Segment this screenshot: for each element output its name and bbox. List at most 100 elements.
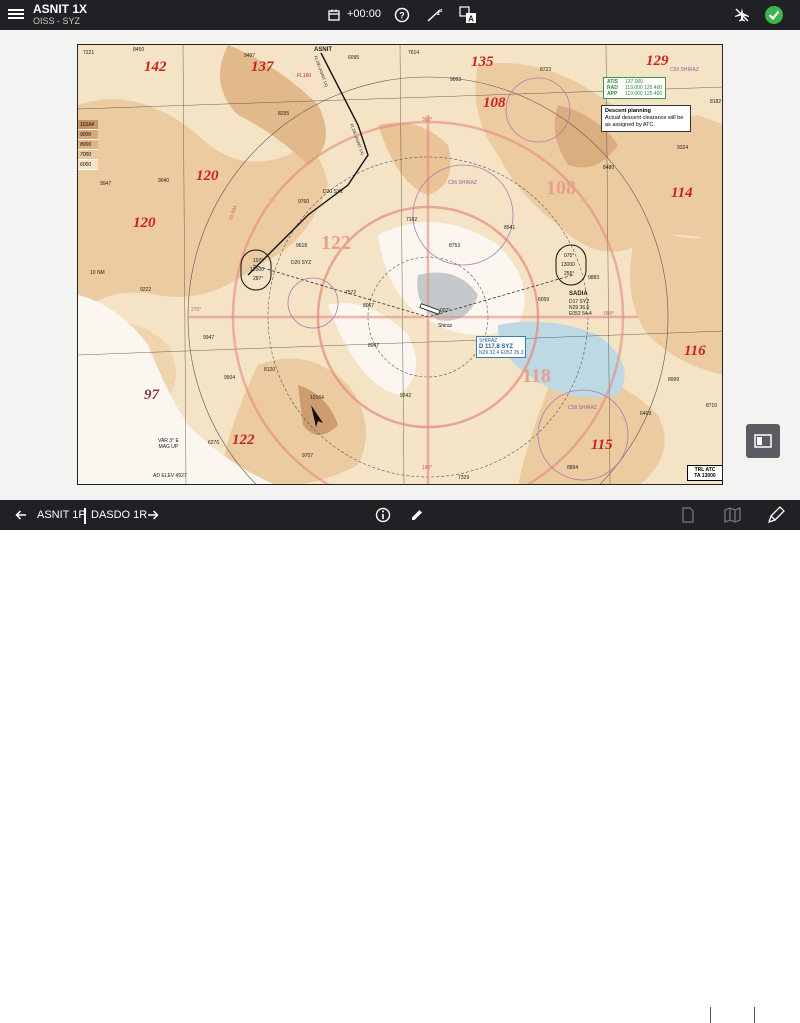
translate-icon[interactable]: A [459, 6, 477, 24]
spot-elevation: 9618 [296, 243, 308, 249]
procedure-title: ASNIT 1X [33, 2, 88, 16]
spot-elevation: 8450 [133, 47, 145, 53]
radial-007: 007° [440, 308, 451, 314]
radial-360: 360° [422, 117, 433, 123]
pencil-icon[interactable] [409, 507, 425, 523]
spot-elevation: 9222 [140, 287, 152, 293]
next-procedure-button[interactable]: DASDO 1R [91, 509, 147, 521]
spot-elevation: 9883 [588, 275, 600, 281]
spot-elevation: 8480 [603, 165, 615, 171]
document-icon[interactable] [681, 507, 695, 523]
arrow-left-icon[interactable] [15, 509, 27, 521]
spot-elevation: 6095 [348, 55, 360, 61]
aerodrome-elevation: AD ELEV 4927 [153, 473, 187, 479]
panel-icon [754, 434, 772, 448]
spot-elevation: 9947 [100, 181, 112, 187]
radial-180: 180° [422, 465, 433, 471]
airport-label[interactable]: Shiraz [438, 323, 452, 329]
spot-elevation: 9504 [224, 375, 236, 381]
restricted-area-label: C58 SHIRAZ [568, 405, 597, 411]
bottom-toolbar: ASNIT 1P DASDO 1R [0, 500, 800, 1023]
svg-text:?: ? [399, 11, 405, 21]
spot-elevation: 8047 [368, 343, 380, 349]
help-icon[interactable]: ? [394, 7, 410, 23]
radial-090: 090° [604, 311, 615, 317]
procedure-divider [84, 508, 86, 524]
menu-icon[interactable] [8, 7, 24, 23]
mora-label: 122 [232, 432, 255, 448]
waypoint-d20-syz-left[interactable]: D20 SYZ [291, 260, 311, 266]
hold-left-alt: 12500 [250, 267, 264, 273]
status-ok-icon[interactable] [765, 6, 783, 24]
calendar-icon[interactable] [328, 9, 340, 21]
spot-elevation: 9242 [400, 393, 412, 399]
spot-elevation: 9324 [677, 145, 689, 151]
spot-elevation: 6276 [208, 440, 220, 446]
night-mode-icon[interactable]: z z [426, 7, 444, 23]
spot-elevation: 9707 [302, 453, 314, 459]
hold-right-inbound: 075° [564, 253, 575, 259]
prev-procedure-button[interactable]: ASNIT 1P [37, 509, 86, 521]
hold-right-alt: 13000 [561, 262, 575, 268]
hold-right-outbound: 255° [564, 271, 575, 277]
airplane-off-icon[interactable] [734, 7, 750, 23]
spot-elevation: 8753 [449, 243, 461, 249]
top-toolbar: ASNIT 1X OISS - SYZ +00:00 ? z z A [0, 0, 800, 30]
restricted-area-label: C59 SHIRAZ [670, 67, 699, 73]
mora-label: 115 [591, 437, 613, 453]
toolbar-divider [710, 1007, 711, 1023]
altitude-legend: 10164 9000 8000 7000 6000 [78, 120, 98, 170]
magnetic-variation: VAR 3° E MAG UP [158, 438, 179, 450]
svg-text:z: z [440, 8, 443, 14]
hold-left-outbound: 287° [253, 276, 264, 282]
fl160-label: FL160 [297, 73, 312, 79]
hold-left-inbound: 107° [253, 258, 264, 264]
frequency-box: ATIS 127.000 RAD 119.000 125.400 APP 119.00… [603, 77, 667, 99]
spot-elevation: 9947 [203, 335, 215, 341]
waypoint-d20-syz[interactable]: D20 SYZ [323, 189, 343, 195]
info-icon[interactable] [375, 507, 391, 523]
spot-elevation: 8120 [264, 367, 276, 373]
transition-level-box: TRL ATC TA 13000 [687, 465, 722, 481]
descent-planning-box: Descent planning Actual descent clearanc… [601, 105, 691, 132]
spot-elevation: 7221 [83, 50, 95, 56]
svg-text:A: A [468, 15, 474, 24]
mora-label: 114 [671, 185, 693, 201]
spot-elevation: 10164 [310, 395, 324, 401]
spot-elevation: 8999 [668, 377, 680, 383]
mora-label: 120 [196, 168, 219, 184]
restricted-area-label: C56 SHIRAZ [448, 180, 477, 186]
radial-270: 270° [191, 307, 202, 313]
spot-elevation: 9063 [450, 77, 462, 83]
spot-elevation: 8182 [710, 99, 722, 105]
mora-label: 135 [471, 54, 494, 70]
annotate-pen-icon[interactable] [767, 506, 785, 524]
spot-elevation: 8255 [278, 111, 290, 117]
waypoint-asnit[interactable]: ASNIT [314, 47, 332, 53]
mora-label: 129 [646, 53, 669, 69]
spot-elevation: 8067 [363, 303, 375, 309]
approach-chart[interactable]: ATIS 127.000 RAD 119.000 125.400 APP 119.00… [77, 44, 723, 485]
chart-info-toggle-button[interactable] [746, 424, 780, 458]
toolbar-divider [754, 1007, 755, 1023]
map-icon[interactable] [724, 507, 742, 523]
app-freq: APP 119.000 125.400 [607, 91, 663, 97]
spot-elevation: 6059 [538, 297, 550, 303]
arrow-right-icon[interactable] [147, 509, 159, 521]
range-label-10nm: 10 NM [90, 270, 105, 276]
sadia-lon: E052 54.4 [569, 311, 592, 317]
spot-elevation: 6469 [640, 411, 652, 417]
mora-label: 120 [133, 215, 156, 231]
procedure-subtitle: OISS - SYZ [33, 16, 81, 26]
mora-label: 97 [144, 387, 159, 403]
spot-elevation: 8894 [567, 465, 579, 471]
spot-elevation: 9760 [298, 199, 310, 205]
waypoint-sadia[interactable]: SADIA [569, 291, 588, 297]
spot-elevation: 7162 [406, 217, 418, 223]
time-offset[interactable]: +00:00 [347, 8, 381, 20]
mora-label: 116 [684, 343, 706, 359]
spot-elevation: 7614 [408, 50, 420, 56]
navaid-box[interactable]: SHIRAZ D 117.8 SYZ N29 32.4 E052 35.3 [476, 336, 527, 358]
mora-label: 142 [144, 59, 167, 75]
spot-elevation: 9040 [158, 178, 170, 184]
